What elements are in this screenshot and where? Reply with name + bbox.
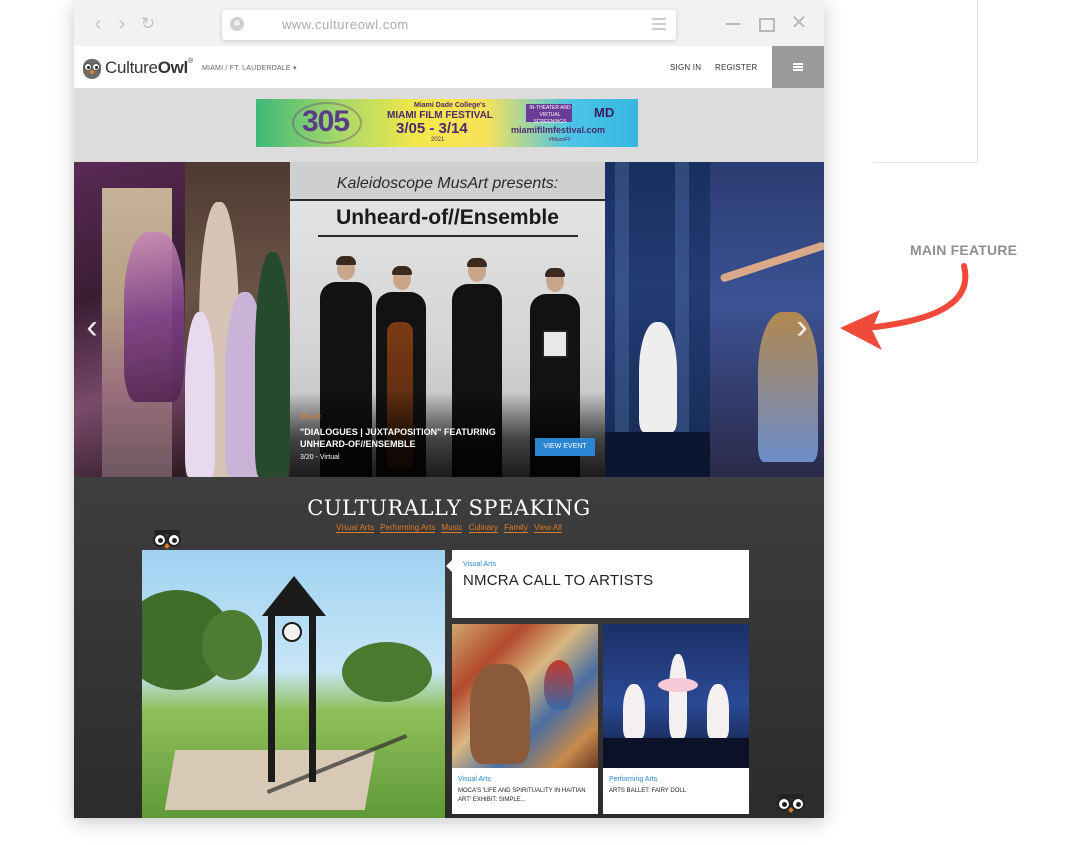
ad-hashtag: #MiamiFF: [549, 137, 572, 143]
maximize-icon[interactable]: [759, 18, 775, 32]
slide-category[interactable]: Music: [300, 412, 321, 421]
miami-film-festival-ad[interactable]: 305 Miami Dade College's MIAMI FILM FEST…: [256, 99, 638, 147]
ad-dates: 3/05 - 3/14: [396, 120, 468, 137]
culturally-speaking-section: CULTURALLY SPEAKING Visual Arts Performi…: [74, 477, 824, 818]
slide-panel-4[interactable]: [605, 162, 710, 477]
decorative-outline-box: [873, 0, 978, 163]
prev-slide-arrow-icon[interactable]: ‹: [82, 310, 102, 344]
feature-card[interactable]: Visual Arts NMCRA CALL TO ARTISTS: [446, 550, 749, 618]
url-text: www.cultureowl.com: [282, 17, 409, 32]
ad-logo: MD: [594, 105, 615, 120]
ad-url: miamifilmfestival.com: [511, 125, 606, 135]
section-title: CULTURALLY SPEAKING: [307, 496, 591, 520]
article-card-1[interactable]: Visual Arts MOCA'S 'LIFE AND SPIRITUALIT…: [452, 624, 598, 814]
annotation-arrow-icon: [840, 263, 969, 350]
main-feature-slider: Kaleidoscope MusArt presents: Unheard-of…: [74, 162, 824, 477]
globe-icon: [230, 17, 244, 31]
hamburger-menu-icon[interactable]: [772, 46, 824, 88]
feature-title[interactable]: NMCRA CALL TO ARTISTS: [463, 572, 653, 589]
slide-panel-2[interactable]: [185, 162, 290, 477]
slide-headline: Unheard-of//Ensemble: [336, 206, 559, 229]
minimize-icon[interactable]: [724, 14, 742, 32]
reload-icon[interactable]: ↻: [138, 14, 158, 34]
article-card-2[interactable]: Performing Arts ARTS BALLET: FAIRY DOLL: [603, 624, 749, 814]
slide-panel-featured[interactable]: Kaleidoscope MusArt presents: Unheard-of…: [290, 162, 605, 477]
category-link-music[interactable]: Music: [441, 523, 463, 533]
card-title[interactable]: ARTS BALLET: FAIRY DOLL: [609, 787, 745, 796]
category-links: Visual Arts Performing Arts Music Culina…: [74, 523, 824, 533]
owl-logo-icon: [82, 57, 102, 79]
owl-eyes-icon: [776, 794, 806, 817]
chevron-down-icon: ▾: [292, 65, 297, 72]
forward-arrow-icon[interactable]: ›: [112, 14, 132, 34]
ballet-thumbnail: [603, 624, 749, 768]
category-link-family[interactable]: Family: [504, 523, 528, 533]
register-link[interactable]: REGISTER: [715, 63, 758, 72]
site-header: CultureOwl® MIAMI / FT. LAUDERDALE ▾ SIG…: [74, 46, 824, 88]
category-link-performing-arts[interactable]: Performing Arts: [380, 523, 436, 533]
ad-badge-text: IN-THEATER AND VIRTUAL SCREENINGS: [529, 105, 571, 125]
ad-number: 305: [302, 105, 350, 138]
address-bar[interactable]: www.cultureowl.com: [222, 10, 676, 40]
banner-area: 305 Miami Dade College's MIAMI FILM FEST…: [74, 88, 824, 162]
city-selector[interactable]: MIAMI / FT. LAUDERDALE ▾: [202, 64, 297, 72]
slide-event-date: 3/20 - Virtual: [300, 454, 340, 461]
clock-icon: [282, 622, 302, 642]
card-category[interactable]: Visual Arts: [458, 776, 491, 783]
card-category[interactable]: Performing Arts: [609, 776, 657, 783]
card-title[interactable]: MOCA'S 'LIFE AND SPIRITUALITY IN HAITIAN…: [458, 787, 594, 805]
haitian-art-thumbnail: [452, 624, 598, 768]
category-link-visual-arts[interactable]: Visual Arts: [336, 523, 374, 533]
category-link-view-all[interactable]: View All: [533, 523, 562, 533]
ad-line1: Miami Dade College's: [414, 102, 486, 109]
back-arrow-icon[interactable]: ‹: [88, 14, 108, 34]
main-feature-annotation: MAIN FEATURE: [910, 242, 1018, 258]
view-event-button[interactable]: VIEW EVENT: [535, 438, 595, 456]
category-link-culinary[interactable]: Culinary: [468, 523, 498, 533]
menu-lines-icon[interactable]: [652, 18, 666, 30]
slide-kicker: Kaleidoscope MusArt presents:: [336, 175, 559, 192]
slide-event-title[interactable]: "DIALOGUES | JUXTAPOSITION" FEATURING UN…: [300, 426, 510, 450]
close-icon[interactable]: ✕: [790, 13, 808, 33]
feature-category[interactable]: Visual Arts: [463, 561, 496, 568]
brand-name: CultureOwl®: [105, 58, 193, 77]
cultureowl-logo[interactable]: CultureOwl®: [82, 55, 193, 81]
sign-in-link[interactable]: SIGN IN: [670, 63, 701, 72]
featured-photo-clock-tower[interactable]: [142, 550, 445, 818]
browser-toolbar: ‹ › ↻ www.cultureowl.com ✕: [74, 0, 824, 46]
next-slide-arrow-icon[interactable]: ›: [792, 310, 812, 344]
browser-window: ‹ › ↻ www.cultureowl.com ✕ CultureOwl® M…: [74, 0, 824, 818]
ad-year: 2021: [431, 137, 445, 143]
